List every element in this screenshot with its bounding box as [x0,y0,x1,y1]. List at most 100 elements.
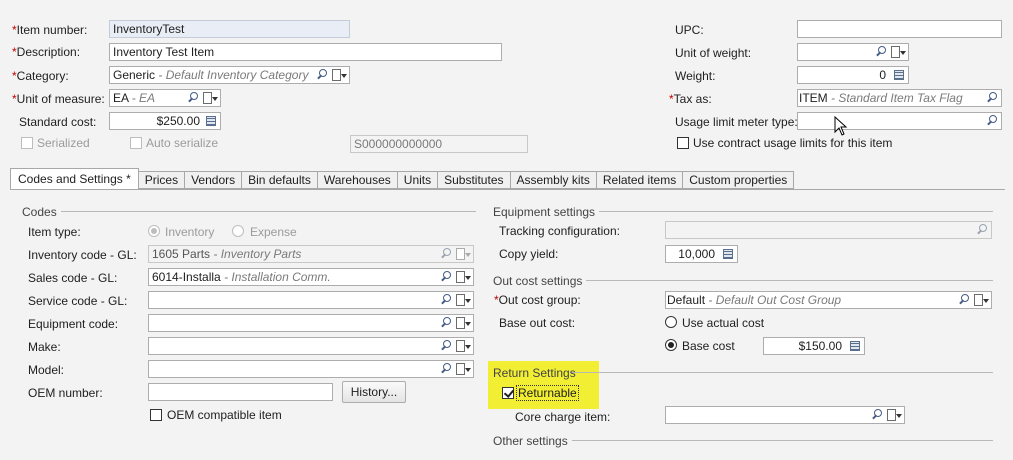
calculator-icon[interactable] [892,68,906,82]
unit-of-weight-field[interactable] [797,43,909,61]
tab-related-items[interactable]: Related items [596,171,684,189]
tracking-config-field[interactable] [665,221,992,239]
search-icon[interactable] [439,339,453,353]
core-charge-field[interactable] [665,406,905,424]
model-field[interactable] [148,360,474,378]
out-cost-section-title: Out cost settings [493,274,587,288]
return-section-title: Return Settings [493,366,576,380]
expense-radio-label: Expense [250,225,297,239]
equipment-code-field[interactable] [148,314,474,332]
dropdown-icon[interactable] [202,91,218,105]
search-icon[interactable] [186,91,200,105]
out-cost-group-label: *Out cost group: [494,293,581,307]
item-number-field[interactable]: InventoryTest [109,20,350,38]
search-icon[interactable] [439,270,453,284]
search-icon[interactable] [985,114,999,128]
expense-radio[interactable] [232,225,244,237]
contract-usage-checkbox[interactable] [677,137,689,149]
serialized-checkbox[interactable] [21,137,33,149]
codes-divider [24,211,476,212]
search-icon[interactable] [439,247,453,261]
use-actual-cost-radio[interactable] [665,316,677,328]
oem-compatible-label: OEM compatible item [167,408,282,422]
make-label: Make: [28,340,61,354]
description-field[interactable]: Inventory Test Item [109,43,502,61]
tax-as-field[interactable]: ITEM - Standard Item Tax Flag [797,89,1002,107]
equipment-code-label: Equipment code: [28,317,119,331]
service-gl-label: Service code - GL: [28,294,128,308]
codes-section-title: Codes [22,205,61,219]
returnable-checkbox[interactable] [502,387,514,399]
tab-substitutes[interactable]: Substitutes [438,171,511,189]
copy-yield-label: Copy yield: [499,247,559,261]
search-icon[interactable] [439,293,453,307]
other-section-title: Other settings [493,434,572,448]
category-label: *Category: [12,69,69,83]
inventory-radio[interactable] [148,225,160,237]
tab-assembly-kits[interactable]: Assembly kits [510,171,597,189]
search-icon[interactable] [874,45,888,59]
description-label: *Description: [12,45,81,59]
search-icon[interactable] [439,362,453,376]
weight-field[interactable]: 0 [797,66,909,84]
search-icon[interactable] [315,68,329,82]
dropdown-icon[interactable] [455,316,471,330]
calculator-icon[interactable] [204,114,218,128]
item-number-label: *Item number: [12,23,88,37]
upc-field[interactable] [797,20,1002,38]
dropdown-icon[interactable] [455,339,471,353]
history-button[interactable]: History... [342,381,406,403]
upc-label: UPC: [675,23,704,37]
dropdown-icon[interactable] [455,362,471,376]
base-cost-radio[interactable] [665,339,677,351]
sales-gl-label: Sales code - GL: [28,271,118,285]
sales-gl-field[interactable]: 6014-Installa - Installation Comm. [148,268,474,286]
copy-yield-field[interactable]: 10,000 [665,245,738,263]
auto-serialize-checkbox[interactable] [130,137,142,149]
dropdown-icon[interactable] [455,247,471,261]
equipment-section-title: Equipment settings [493,205,600,219]
out-cost-group-field[interactable]: Default - Default Out Cost Group [665,291,992,309]
base-cost-field[interactable]: $150.00 [763,337,865,355]
standard-cost-field[interactable]: $250.00 [109,112,221,130]
search-icon[interactable] [975,223,989,237]
tab-bin-defaults[interactable]: Bin defaults [242,171,318,189]
service-gl-field[interactable] [148,291,474,309]
tab-units[interactable]: Units [397,171,439,189]
dropdown-icon[interactable] [973,293,989,307]
dropdown-icon[interactable] [455,293,471,307]
tab-bar: Codes and Settings * Prices Vendors Bin … [10,168,795,190]
unit-of-weight-label: Unit of weight: [675,46,752,60]
usage-limit-field[interactable] [797,112,1002,130]
calculator-icon[interactable] [848,339,862,353]
dropdown-icon[interactable] [890,45,906,59]
tab-custom-properties[interactable]: Custom properties [683,171,795,189]
unit-of-measure-label: *Unit of measure: [12,92,105,106]
search-icon[interactable] [870,408,884,422]
oem-compatible-checkbox[interactable] [150,409,162,421]
tracking-config-label: Tracking configuration: [499,224,620,238]
search-icon[interactable] [439,316,453,330]
tab-prices[interactable]: Prices [138,171,186,189]
serialized-label: Serialized [37,136,90,150]
tab-vendors[interactable]: Vendors [185,171,243,189]
tab-codes-and-settings[interactable]: Codes and Settings * [10,168,139,190]
search-icon[interactable] [957,293,971,307]
search-icon[interactable] [985,91,999,105]
oem-number-field[interactable] [148,383,333,401]
inventory-gl-field[interactable]: 1605 Parts - Inventory Parts [148,245,474,263]
calculator-icon[interactable] [721,247,735,261]
model-label: Model: [28,363,65,377]
use-actual-cost-label: Use actual cost [682,316,765,330]
dropdown-icon[interactable] [886,408,902,422]
make-field[interactable] [148,337,474,355]
unit-of-measure-field[interactable]: EA - EA [109,89,221,107]
category-field[interactable]: Generic - Default Inventory Category [109,66,350,84]
tab-warehouses[interactable]: Warehouses [317,171,398,189]
dropdown-icon[interactable] [455,270,471,284]
auto-serialize-label: Auto serialize [146,136,219,150]
weight-label: Weight: [675,69,716,83]
contract-usage-label: Use contract usage limits for this item [693,136,893,150]
serial-template-field[interactable]: S000000000000 [350,135,528,153]
dropdown-icon[interactable] [331,68,347,82]
